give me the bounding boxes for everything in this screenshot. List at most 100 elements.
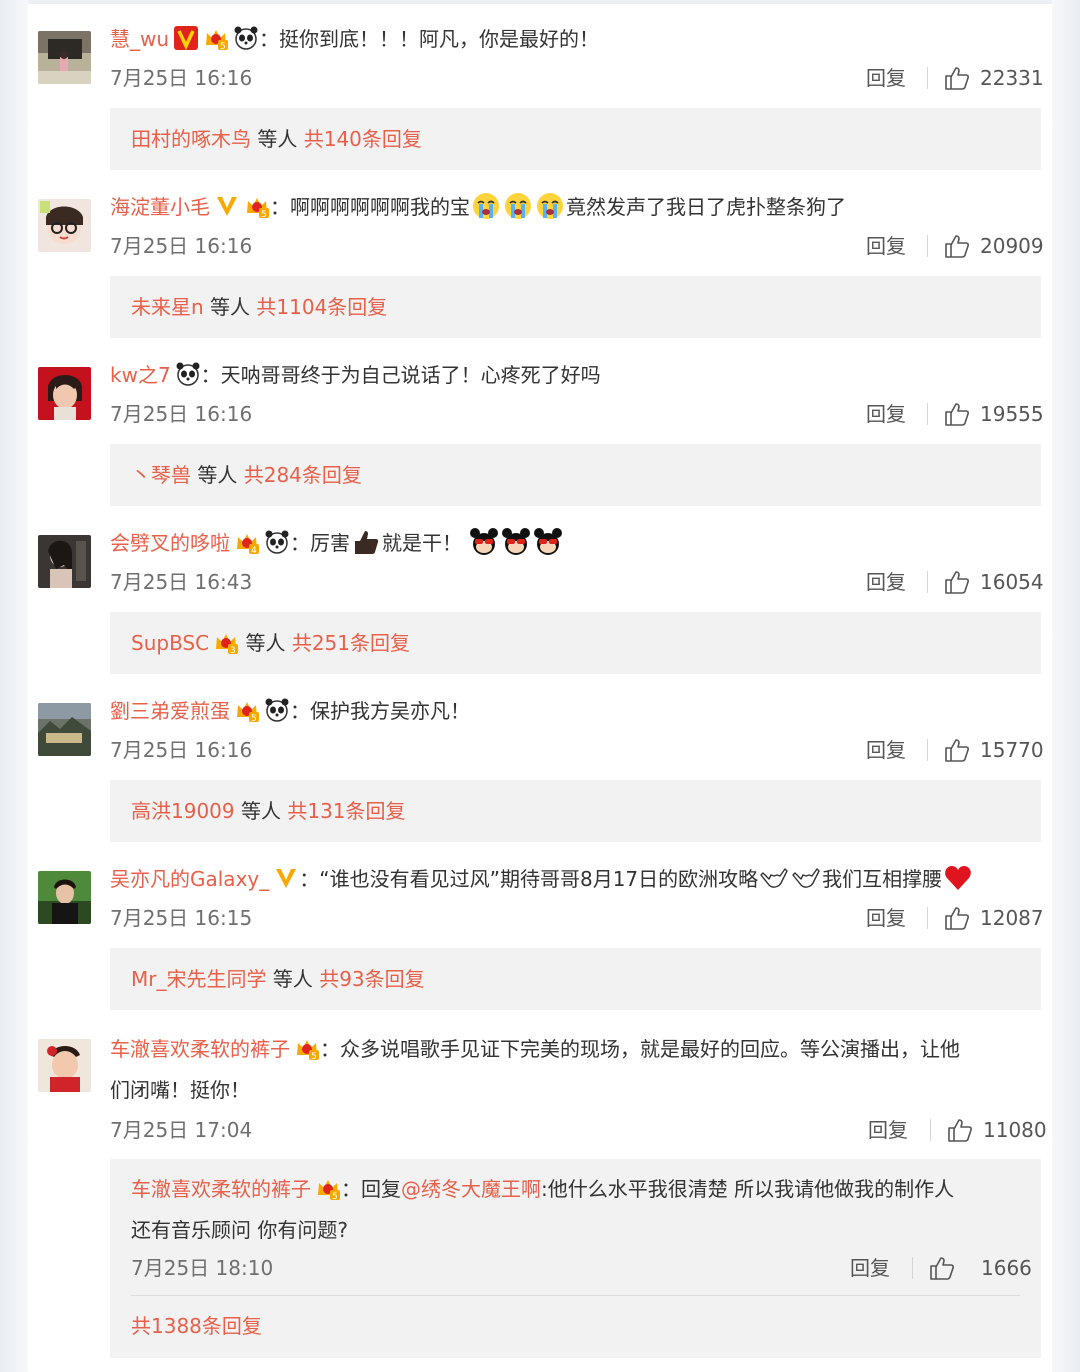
sub-reply-text-block: 车澈喜欢柔软的裤子 5 ：回复@绣冬大魔王啊:他什么水平我很清楚 所以我请他做我的制… [131,1169,1026,1251]
reply-total-link[interactable]: 共1104条回复 [256,295,387,319]
reply-summary-box[interactable]: Mr_宋先生同学 等人 共93条回复 [110,948,1041,1010]
reply-summary-box[interactable]: 田村的啄木鸟 等人 共140条回复 [110,108,1041,170]
reply-username[interactable]: SupBSC [131,631,209,655]
like-button[interactable]: 22331 [944,63,1044,93]
sub-reply-username[interactable]: 车澈喜欢柔软的裤子 [131,1177,311,1201]
avatar[interactable] [38,367,91,420]
comment-text: 天呐哥哥终于为自己说话了！心疼死了好吗 [220,363,601,387]
reply-username[interactable]: 未来星n [131,295,204,319]
thumbs-up-icon [945,907,969,930]
comment-text: 啊啊啊啊啊啊我的宝 [290,195,470,219]
reply-total-link[interactable]: 共251条回复 [292,631,410,655]
fan-crown-badge-icon: 4 [237,534,259,555]
mention-link[interactable]: @绣冬大魔王啊 [401,1177,541,1201]
divider [927,403,928,425]
mickey-sunglasses-emoji-icon [502,528,531,555]
reply-button[interactable]: 回复 [866,903,906,933]
avatar[interactable] [38,703,91,756]
like-button[interactable]: 20909 [944,231,1044,261]
reply-summary-box[interactable]: SupBSC 3 等人 共251条回复 [110,612,1041,674]
reply-button[interactable]: 回复 [866,63,906,93]
reply-summary-line: 田村的啄木鸟 等人 共140条回复 [131,108,422,170]
like-button[interactable]: 12087 [944,903,1044,933]
mickey-sunglasses-emoji-icon [470,528,499,555]
like-button[interactable]: 11080 [947,1115,1047,1145]
top-frame-edge [28,0,1052,4]
username[interactable]: 会劈叉的哆啦 [110,531,230,555]
fan-crown-badge-icon: 5 [318,1180,340,1201]
reply-username[interactable]: 高洪19009 [131,799,235,823]
avatar[interactable] [38,199,91,252]
comment-line: 慧_wu 5 ：挺你到底！！！阿凡，你是最好的！ [110,26,600,51]
reply-button[interactable]: 回复 [866,231,906,261]
like-button[interactable]: 16054 [944,567,1044,597]
comment-text: “谁也没有看见过风”期待哥哥8月17日的欧洲攻略 [319,867,759,891]
fan-crown-badge-icon: 5 [297,1040,319,1061]
avatar[interactable] [38,871,91,924]
fan-crown-badge-icon: 5 [237,702,259,723]
sub-reply-button[interactable]: 回复 [850,1253,890,1283]
reply-summary-line: Mr_宋先生同学 等人 共93条回复 [131,948,425,1010]
username[interactable]: 劉三弟爱煎蛋 [110,699,230,723]
like-count: 22331 [980,66,1044,90]
divider [131,1295,1020,1296]
reply-total-link[interactable]: 共140条回复 [304,127,422,151]
sub-reply-text: :他什么水平我很清楚 所以我请他做我的制作人 [541,1177,955,1201]
vip-v-badge-icon [276,869,297,888]
avatar[interactable] [38,31,91,84]
comment-text: 挺你到底！！！阿凡，你是最好的！ [279,27,600,51]
like-count: 19555 [980,402,1044,426]
reply-etc: 等人 [245,631,286,655]
reply-etc: 等人 [272,967,313,991]
comment-text-continued: 就是干！ [382,531,462,555]
reply-button[interactable]: 回复 [866,399,906,429]
thumbs-up-icon [945,571,969,594]
username[interactable]: 车澈喜欢柔软的裤子 [110,1037,290,1061]
svg-text:5: 5 [311,1052,317,1061]
svg-text:5: 5 [261,210,267,219]
sub-reply-time: 7月25日 18:10 [131,1256,274,1280]
avatar[interactable] [38,1039,91,1092]
reply-total-link[interactable]: 共131条回复 [287,799,405,823]
username[interactable]: kw之7 [110,363,171,387]
reply-username[interactable]: 田村的啄木鸟 [131,127,251,151]
avatar[interactable] [38,535,91,588]
sub-like-button[interactable]: 1666 [929,1253,1032,1283]
comment-time: 7月25日 16:16 [110,66,253,90]
sub-reply-text-continued: 还有音乐顾问 你有问题? [131,1218,348,1242]
divider [927,739,928,761]
thumbs-up-emoji-icon [355,531,379,554]
comment-time: 7月25日 16:43 [110,570,253,594]
like-count: 12087 [980,906,1044,930]
reply-total-link[interactable]: 共93条回复 [319,967,424,991]
like-count: 16054 [980,570,1044,594]
divider [912,1257,913,1279]
divider [927,907,928,929]
username[interactable]: 慧_wu [110,27,169,51]
thumbs-up-icon [945,235,969,258]
fan-crown-badge-icon: 5 [206,30,229,51]
reply-summary-line: 未来星n 等人 共1104条回复 [131,276,387,338]
reply-button[interactable]: 回复 [868,1115,908,1145]
crying-emoji-icon [473,193,499,219]
reply-total-link[interactable]: 共284条回复 [244,463,362,487]
divider [927,571,928,593]
panda-emoji-icon [265,698,289,722]
comment-line: kw之7 ：天呐哥哥终于为自己说话了！心疼死了好吗 [110,362,601,387]
comment-line: 会劈叉的哆啦 4 ：厉害 就是干！ [110,523,1040,563]
reply-button[interactable]: 回复 [866,567,906,597]
reply-summary-box[interactable]: 高洪19009 等人 共131条回复 [110,780,1041,842]
like-button[interactable]: 19555 [944,399,1044,429]
red-heart-icon [945,866,971,890]
reply-button[interactable]: 回复 [866,735,906,765]
reply-username[interactable]: 丶琴兽 [131,463,191,487]
reply-username[interactable]: Mr_宋先生同学 [131,967,266,991]
username[interactable]: 吴亦凡的Galaxy_ [110,867,269,891]
like-button[interactable]: 15770 [944,735,1044,765]
svg-text:5: 5 [220,42,226,51]
reply-summary-box[interactable]: 丶琴兽 等人 共284条回复 [110,444,1041,506]
sub-reply-box: 车澈喜欢柔软的裤子 5 ：回复@绣冬大魔王啊:他什么水平我很清楚 所以我请他做我的制… [110,1159,1041,1358]
reply-summary-box[interactable]: 未来星n 等人 共1104条回复 [110,276,1041,338]
username[interactable]: 海淀董小毛 [110,195,210,219]
total-replies-link[interactable]: 共1388条回复 [131,1309,262,1343]
